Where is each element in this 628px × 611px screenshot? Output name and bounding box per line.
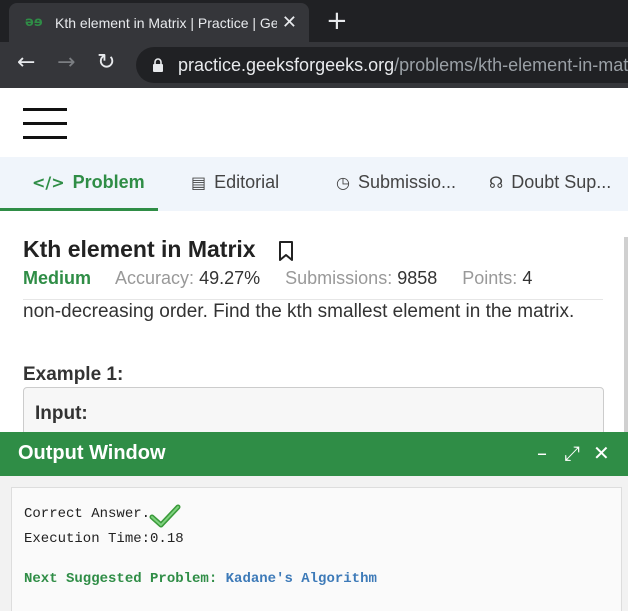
minimize-icon[interactable]: –: [537, 441, 547, 465]
tab-doubt-support[interactable]: ☊ Doubt Sup...: [489, 172, 611, 193]
problem-meta: Medium Accuracy: 49.27% Submissions: 985…: [23, 268, 552, 289]
input-label: Input:: [35, 403, 88, 424]
bookmark-icon[interactable]: [278, 241, 294, 261]
difficulty-badge: Medium: [23, 268, 92, 288]
close-tab-icon[interactable]: ✕: [282, 12, 297, 33]
output-window-title: Output Window: [18, 442, 166, 464]
checkmark-icon: [149, 504, 181, 528]
tab-submissions-label: Submissio...: [357, 172, 457, 192]
scrollbar[interactable]: [624, 237, 628, 433]
output-window-body: Correct Answer. Execution Time:0.18 Next…: [0, 476, 628, 611]
example-heading: Example 1:: [23, 364, 124, 385]
reload-icon[interactable]: ↻: [97, 50, 115, 75]
accuracy-label: Accuracy:: [115, 268, 195, 288]
browser-tab-strip: əɘ Kth element in Matrix | Practice | Ge…: [0, 0, 628, 42]
accuracy-value: 49.27%: [199, 268, 261, 288]
submissions-value: 9858: [397, 268, 438, 288]
document-icon: ▤: [191, 173, 207, 192]
browser-tab[interactable]: əɘ Kth element in Matrix | Practice | Ge…: [9, 3, 309, 42]
headset-icon: ☊: [489, 173, 504, 192]
back-arrow-icon[interactable]: ←: [17, 50, 35, 75]
tab-problem[interactable]: </> Problem: [32, 172, 145, 193]
url-host: practice.geeksforgeeks.org: [178, 55, 395, 75]
problem-tabs: </> Problem ▤ Editorial ◷ Submissio... ☊…: [0, 157, 628, 211]
lock-icon: [153, 58, 163, 72]
clock-icon: ◷: [336, 173, 350, 192]
url-text: practice.geeksforgeeks.org/problems/kth-…: [178, 55, 628, 76]
url-path: /problems/kth-element-in-matrix: [394, 55, 628, 75]
problem-title: Kth element in Matrix: [23, 236, 256, 262]
execution-time-text: Execution Time:0.18: [24, 531, 184, 547]
next-suggested-label: Next Suggested Problem:: [24, 571, 218, 587]
expand-icon[interactable]: ⤢: [564, 441, 580, 465]
tab-editorial-label: Editorial: [214, 172, 280, 192]
active-tab-underline: [0, 208, 158, 211]
code-icon: </>: [32, 173, 65, 192]
close-icon[interactable]: ✕: [593, 441, 610, 465]
submissions-label: Submissions:: [285, 268, 393, 288]
gfg-favicon-icon: əɘ: [25, 15, 43, 30]
address-bar[interactable]: practice.geeksforgeeks.org/problems/kth-…: [136, 47, 628, 83]
tab-problem-label: Problem: [72, 172, 145, 192]
hamburger-menu-icon[interactable]: [23, 108, 67, 139]
output-console: Correct Answer. Execution Time:0.18 Next…: [11, 487, 622, 611]
output-window-header: Output Window – ⤢ ✕: [0, 432, 628, 476]
problem-description: non-decreasing order. Find the kth small…: [23, 301, 575, 322]
tab-editorial[interactable]: ▤ Editorial: [191, 172, 279, 193]
next-problem-link[interactable]: Kadane's Algorithm: [226, 571, 377, 587]
browser-tab-title: Kth element in Matrix | Practice | Geeks…: [55, 14, 277, 31]
new-tab-icon[interactable]: +: [326, 6, 348, 36]
forward-arrow-icon[interactable]: →: [57, 50, 75, 75]
next-suggested-problem: Next Suggested Problem: Kadane's Algorit…: [24, 571, 377, 587]
points-value: 4: [522, 268, 533, 288]
points-label: Points:: [462, 268, 518, 288]
result-text: Correct Answer.: [24, 506, 151, 522]
tab-doubt-support-label: Doubt Sup...: [511, 172, 612, 192]
tab-submissions[interactable]: ◷ Submissio...: [336, 172, 456, 193]
browser-toolbar: ← → ↻ practice.geeksforgeeks.org/problem…: [0, 42, 628, 88]
